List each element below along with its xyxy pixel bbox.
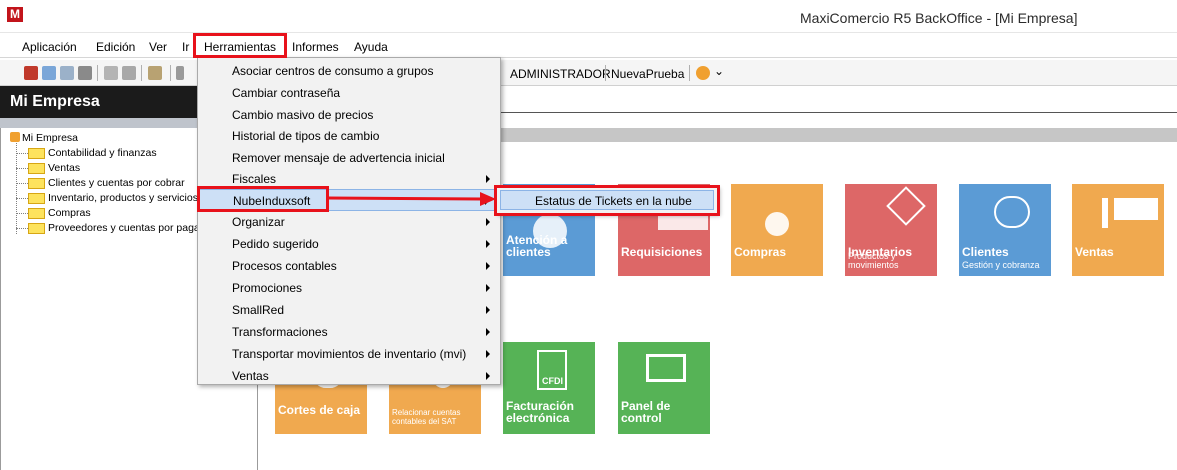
folder-icon bbox=[28, 148, 45, 159]
print-icon[interactable] bbox=[78, 66, 92, 80]
menu-item-transformaciones[interactable]: Transformaciones bbox=[199, 321, 499, 343]
window-title: MaxiComercio R5 BackOffice - [Mi Empresa… bbox=[800, 10, 1078, 26]
folder-icon bbox=[28, 208, 45, 219]
submenu-arrow-icon bbox=[486, 284, 490, 292]
menu-item-cambio-masivo-precios[interactable]: Cambio masivo de precios bbox=[199, 104, 499, 126]
menu-item-cambiar-contrasena[interactable]: Cambiar contraseña bbox=[199, 82, 499, 104]
toolbar: ADMINISTRADOR NuevaPrueba ⌄ bbox=[0, 60, 1177, 86]
tree-item-inventario[interactable]: Inventario, productos y servicios bbox=[48, 192, 198, 204]
folder-icon bbox=[28, 178, 45, 189]
tree-item-compras[interactable]: Compras bbox=[48, 207, 91, 219]
current-database: NuevaPrueba bbox=[611, 67, 685, 81]
submenu-arrow-icon bbox=[486, 262, 490, 270]
submenu-arrow-icon bbox=[486, 350, 490, 358]
tile-panel-control[interactable]: Panel de control bbox=[618, 342, 710, 434]
annotation-box-estatus-tickets bbox=[494, 185, 720, 216]
menu-informes[interactable]: Informes bbox=[292, 40, 339, 54]
submenu-arrow-icon bbox=[486, 218, 490, 226]
paste-icon[interactable] bbox=[122, 66, 136, 80]
register-icon bbox=[1102, 198, 1108, 228]
menu-item-procesos-contables[interactable]: Procesos contables bbox=[199, 255, 499, 277]
boxes-icon bbox=[886, 186, 926, 226]
open-icon[interactable] bbox=[42, 66, 56, 80]
menu-item-pedido-sugerido[interactable]: Pedido sugerido bbox=[199, 233, 499, 255]
copy-icon[interactable] bbox=[104, 66, 118, 80]
menu-edicion[interactable]: Edición bbox=[96, 40, 135, 54]
submenu-arrow-icon bbox=[486, 175, 490, 183]
tree-item-proveedores[interactable]: Proveedores y cuentas por pagar bbox=[48, 222, 203, 234]
submenu-arrow-icon bbox=[486, 306, 490, 314]
menu-ir[interactable]: Ir bbox=[182, 40, 189, 54]
menu-bar: Aplicación Edición Ver Ir Herramientas I… bbox=[0, 36, 1177, 58]
app-logo-icon[interactable]: M bbox=[7, 7, 23, 22]
tile-facturacion-electronica[interactable]: CFDI Facturación electrónica bbox=[503, 342, 595, 434]
current-user: ADMINISTRADOR bbox=[510, 67, 611, 81]
submenu-arrow-icon bbox=[486, 372, 490, 380]
menu-item-transportar-movimientos[interactable]: Transportar movimientos de inventario (m… bbox=[199, 343, 499, 365]
annotation-box-nubeinduxsoft bbox=[197, 186, 329, 212]
folder-icon bbox=[28, 163, 45, 174]
annotation-arrow bbox=[327, 192, 496, 206]
tree-item-clientes[interactable]: Clientes y cuentas por cobrar bbox=[48, 177, 185, 189]
tile-inventarios[interactable]: Inventarios Productos y movimientos bbox=[845, 184, 937, 276]
submenu-arrow-icon bbox=[486, 328, 490, 336]
help-globe-icon[interactable] bbox=[696, 66, 710, 80]
transfer-icon bbox=[658, 214, 708, 230]
menu-item-remover-mensaje[interactable]: Remover mensaje de advertencia inicial bbox=[199, 147, 499, 169]
new-record-icon[interactable] bbox=[24, 66, 38, 80]
tile-ventas[interactable]: Ventas bbox=[1072, 184, 1164, 276]
menu-ayuda[interactable]: Ayuda bbox=[354, 40, 388, 54]
menu-item-asociar-centros[interactable]: Asociar centros de consumo a grupos bbox=[199, 60, 499, 82]
tree-item-contabilidad[interactable]: Contabilidad y finanzas bbox=[48, 147, 157, 159]
folder-icon bbox=[28, 223, 45, 234]
people-icon bbox=[994, 196, 1030, 228]
home-icon bbox=[10, 132, 20, 142]
tree-root[interactable]: Mi Empresa bbox=[22, 132, 78, 144]
menu-item-promociones[interactable]: Promociones bbox=[199, 277, 499, 299]
annotation-box-herramientas bbox=[193, 33, 287, 58]
print-preview-icon[interactable] bbox=[60, 66, 74, 80]
menu-item-ventas[interactable]: Ventas bbox=[199, 365, 499, 387]
menu-ver[interactable]: Ver bbox=[149, 40, 167, 54]
menu-item-smallred[interactable]: SmallRed bbox=[199, 299, 499, 321]
menu-aplicacion[interactable]: Aplicación bbox=[22, 40, 77, 54]
tree-item-ventas[interactable]: Ventas bbox=[48, 162, 80, 174]
title-bar: M MaxiComercio R5 BackOffice - [Mi Empre… bbox=[0, 0, 1177, 33]
coins-up-icon bbox=[765, 212, 789, 236]
menu-item-organizar[interactable]: Organizar bbox=[199, 211, 499, 233]
tile-compras[interactable]: Compras bbox=[731, 184, 823, 276]
toolbar-overflow-chevron-icon[interactable]: ⌄ bbox=[714, 64, 724, 78]
users-icon[interactable] bbox=[148, 66, 162, 80]
cfdi-document-icon: CFDI bbox=[537, 350, 567, 390]
tile-clientes[interactable]: Clientes Gestión y cobranza bbox=[959, 184, 1051, 276]
monitor-gear-icon bbox=[646, 354, 686, 382]
menu-item-historial-tipos-cambio[interactable]: Historial de tipos de cambio bbox=[199, 125, 499, 147]
submenu-arrow-icon bbox=[486, 240, 490, 248]
folder-icon bbox=[28, 193, 45, 204]
first-record-icon[interactable] bbox=[176, 66, 184, 80]
herramientas-dropdown: Asociar centros de consumo a grupos Camb… bbox=[197, 57, 501, 385]
